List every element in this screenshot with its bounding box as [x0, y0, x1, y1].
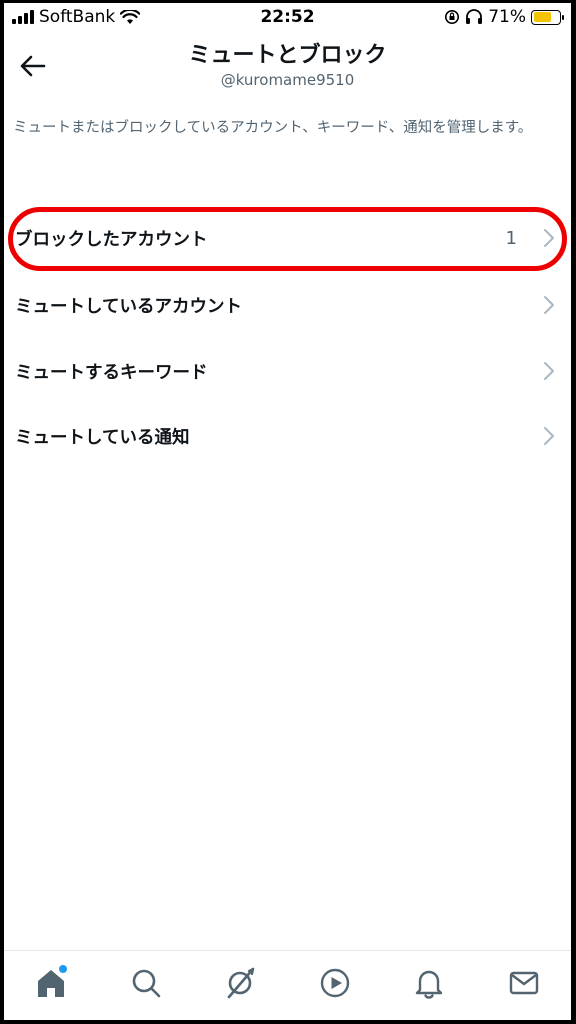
search-icon [132, 969, 161, 997]
chevron-right-icon [544, 296, 554, 314]
blocked-count: 1 [505, 227, 517, 249]
menu-item-muted-accounts[interactable]: ミュートしているアカウント [4, 273, 571, 337]
page-description: ミュートまたはブロックしているアカウント、キーワード、通知を管理します。 [13, 120, 533, 136]
menu-item-muted-keywords[interactable]: ミュートするキーワード [4, 339, 571, 403]
video-play-icon [320, 968, 349, 997]
tab-search[interactable] [124, 961, 168, 1005]
chevron-right-icon [544, 427, 554, 445]
page-username: @kuromame9510 [220, 71, 355, 89]
screen: SoftBank 22:52 71% ミュートとブロック @kuromame95… [4, 3, 571, 1020]
page-title: ミュートとブロック [188, 43, 387, 68]
notification-dot [59, 964, 68, 973]
tab-spaces[interactable] [218, 961, 262, 1005]
status-right: 71% [444, 7, 564, 27]
menu-item-blocked-accounts[interactable]: ブロックしたアカウント 1 [4, 206, 571, 270]
menu-item-label: ミュートするキーワード [15, 362, 208, 383]
menu-item-label: ミュートしているアカウント [15, 296, 242, 317]
menu-item-muted-notifications[interactable]: ミュートしている通知 [4, 404, 571, 468]
tab-notifications[interactable] [407, 961, 451, 1005]
chevron-right-icon [544, 229, 554, 247]
spaces-icon [227, 967, 255, 998]
tab-home[interactable] [29, 961, 73, 1005]
battery-percent: 71% [488, 7, 526, 27]
tab-messages[interactable] [502, 961, 546, 1005]
battery-icon [531, 9, 564, 25]
menu-item-label: ミュートしている通知 [15, 427, 190, 448]
bell-icon [416, 970, 443, 999]
tab-video[interactable] [313, 961, 357, 1005]
chevron-right-icon [544, 362, 554, 380]
status-bar: SoftBank 22:52 71% [4, 3, 571, 33]
rotation-lock-icon [445, 10, 460, 24]
menu-item-label: ブロックしたアカウント [15, 229, 208, 250]
headphones-icon [466, 9, 483, 24]
mail-icon [509, 971, 538, 994]
bottom-tab-bar [4, 950, 571, 1020]
